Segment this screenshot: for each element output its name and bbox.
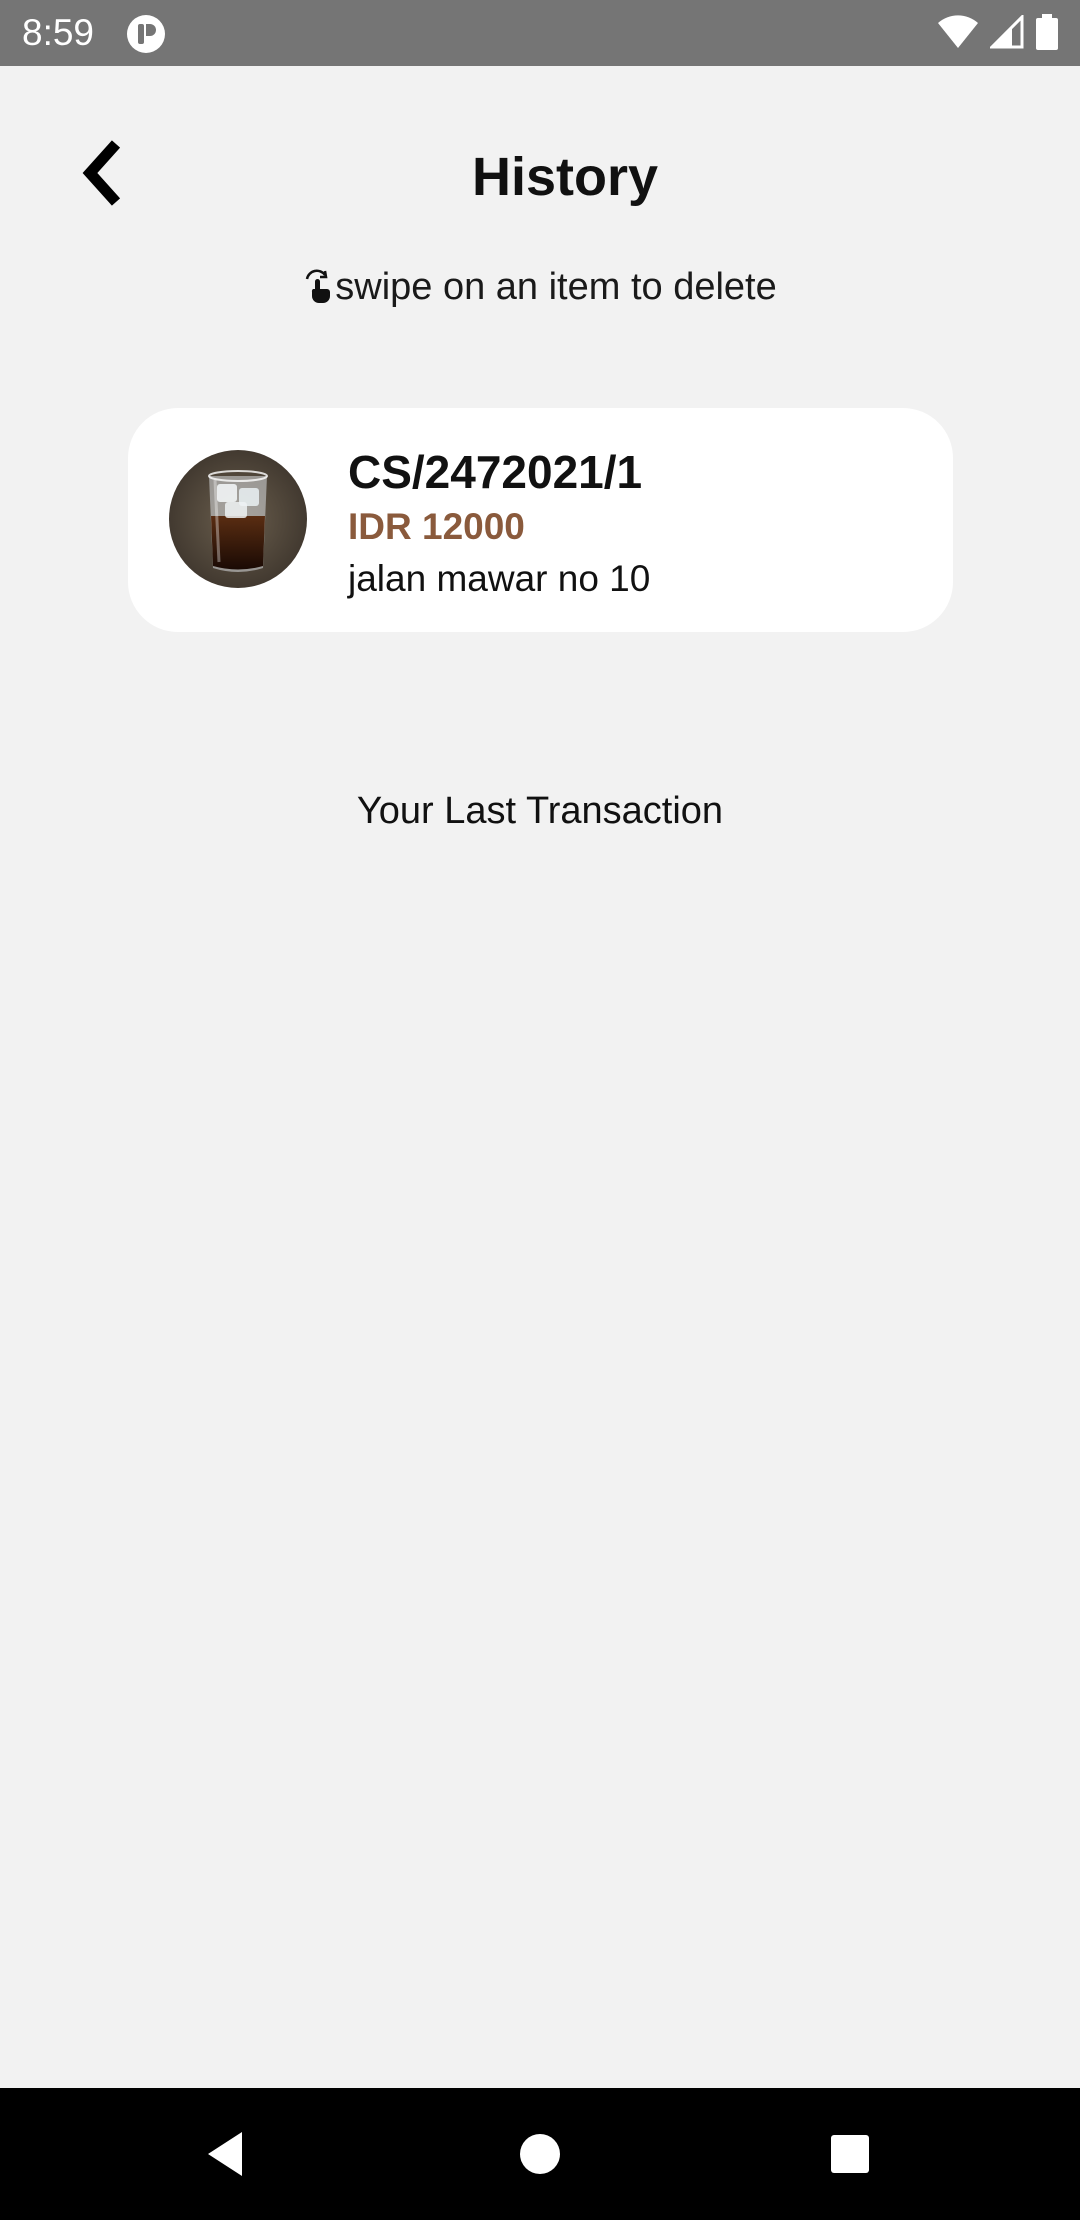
nav-home-icon	[514, 2134, 566, 2184]
swipe-hand-icon	[303, 266, 333, 316]
status-icons	[938, 12, 1058, 55]
transaction-price: IDR 12000	[348, 506, 525, 547]
wifi-icon	[938, 14, 978, 54]
cell-signal-icon	[988, 12, 1024, 54]
nav-home-button[interactable]	[514, 2128, 566, 2180]
navigation-bar	[0, 2088, 1080, 2220]
history-item-card[interactable]: CS/2472021/1 IDR 12000 jalan mawar no 10	[128, 408, 953, 632]
transaction-address: jalan mawar no 10	[348, 558, 651, 599]
last-transaction-label: Your Last Transaction	[356, 790, 724, 832]
notification-app-icon	[126, 14, 166, 54]
nav-back-button[interactable]	[200, 2128, 252, 2180]
nav-recents-button[interactable]	[824, 2128, 876, 2180]
swipe-hint: swipe on an item to delete	[0, 262, 1080, 316]
nav-back-icon	[200, 2132, 252, 2184]
transaction-code: CS/2472021/1	[348, 446, 643, 498]
status-time: 8:59	[22, 12, 95, 53]
nav-recents-icon	[824, 2135, 876, 2184]
iced-coffee-image	[169, 450, 307, 588]
page-title: History	[471, 147, 659, 207]
battery-icon	[1036, 13, 1058, 55]
swipe-hint-text: swipe on an item to delete	[335, 266, 777, 308]
status-bar: 8:59	[0, 0, 1080, 66]
